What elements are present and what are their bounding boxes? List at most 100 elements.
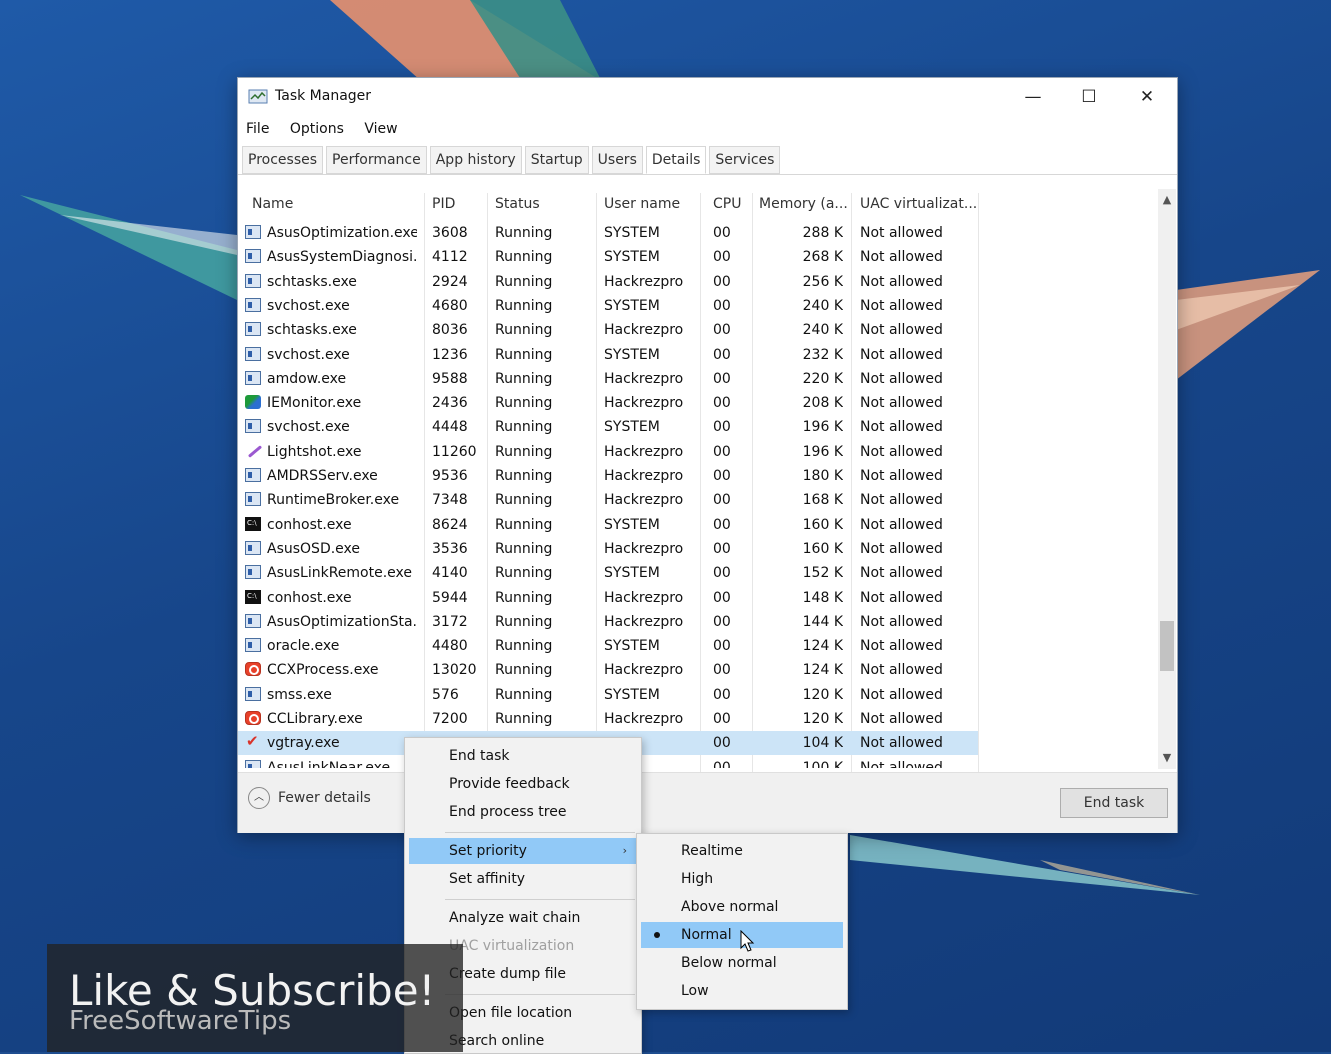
process-status: Running [495, 540, 553, 557]
context-menu-item[interactable]: End task [409, 743, 637, 769]
column-header-status[interactable]: Status [495, 189, 595, 219]
process-name: IEMonitor.exe [267, 395, 362, 412]
fewer-details-link[interactable]: ︿ Fewer details [248, 787, 371, 809]
table-row[interactable]: AMDRSServ.exe 9536 Running Hackrezpro 00 180 … [238, 464, 978, 488]
process-name: AsusSystemDiagnosi... [267, 249, 417, 266]
table-row[interactable]: Lightshot.exe 11260 Running Hackrezpro 00 196… [238, 440, 978, 464]
process-pid: 11260 [432, 443, 477, 460]
process-memory: 104 K [802, 735, 843, 752]
process-memory: 160 K [802, 516, 843, 533]
context-menu-item[interactable]: Set priority › [409, 838, 637, 864]
vertical-scrollbar[interactable]: ▲ ▼ [1158, 189, 1176, 769]
maximize-button[interactable]: ☐ [1066, 84, 1112, 110]
tab-app-history[interactable]: App history [429, 146, 522, 174]
tab-performance[interactable]: Performance [326, 146, 427, 174]
process-user: SYSTEM [604, 419, 660, 436]
table-row[interactable]: IEMonitor.exe 2436 Running Hackrezpro 00 208 … [238, 391, 978, 415]
table-row[interactable]: amdow.exe 9588 Running Hackrezpro 00 220 K Not… [238, 367, 978, 391]
process-uac: Not allowed [860, 346, 943, 363]
context-menu-item-label: End process tree [449, 804, 567, 820]
context-menu-item[interactable]: Analyze wait chain [409, 905, 637, 931]
table-row[interactable]: svchost.exe 4448 Running SYSTEM 00 196 K Not a… [238, 415, 978, 439]
column-header-pid[interactable]: PID [432, 189, 482, 219]
context-menu-item[interactable]: End process tree [409, 799, 637, 825]
process-cpu: 00 [713, 225, 731, 241]
scroll-up-icon[interactable]: ▲ [1160, 193, 1174, 207]
process-pid: 4140 [432, 565, 468, 582]
process-name: oracle.exe [267, 638, 340, 655]
context-menu-item-label: End task [449, 748, 510, 764]
context-menu-item-label: Set priority [449, 843, 527, 859]
minimize-button[interactable]: — [1010, 84, 1056, 110]
process-memory: 124 K [802, 662, 843, 679]
process-cpu: 00 [713, 735, 731, 752]
process-user: SYSTEM [604, 249, 660, 266]
table-row[interactable]: AsusOSD.exe 3536 Running Hackrezpro 00 160 K N… [238, 537, 978, 561]
process-memory: 180 K [802, 468, 843, 484]
table-row[interactable]: oracle.exe 4480 Running SYSTEM 00 124 K Not al… [238, 634, 978, 658]
process-list: AsusOptimization.exe 3608 Running SYSTEM 00 2… [238, 221, 1158, 768]
table-row[interactable]: AsusOptimization.exe 3608 Running SYSTEM 00 2… [238, 221, 978, 245]
priority-option[interactable]: Above normal [641, 894, 843, 920]
process-exe-icon [245, 249, 261, 264]
column-header-cpu[interactable]: CPU [713, 189, 753, 219]
process-status: Running [495, 686, 553, 703]
process-cpu: 00 [713, 759, 731, 768]
table-row[interactable]: svchost.exe 1236 Running SYSTEM 00 232 K Not a… [238, 343, 978, 367]
menu-options[interactable]: Options [282, 118, 352, 140]
table-row[interactable]: smss.exe 576 Running SYSTEM 00 120 K Not allow… [238, 683, 978, 707]
process-uac: Not allowed [860, 711, 943, 727]
process-uac: Not allowed [860, 540, 943, 557]
close-button[interactable]: ✕ [1124, 84, 1170, 110]
context-menu-item[interactable]: Set affinity [409, 866, 637, 892]
table-row[interactable]: svchost.exe 4680 Running SYSTEM 00 240 K Not a… [238, 294, 978, 318]
process-pid: 5944 [432, 589, 468, 606]
tab-details[interactable]: Details [645, 146, 707, 174]
process-status: Running [495, 225, 553, 241]
table-row[interactable]: schtasks.exe 8036 Running Hackrezpro 00 240 K… [238, 318, 978, 342]
table-row[interactable]: CCLibrary.exe 7200 Running Hackrezpro 00 120 … [238, 707, 978, 731]
tab-services[interactable]: Services [709, 146, 781, 174]
tab-users[interactable]: Users [591, 146, 643, 174]
table-row[interactable]: conhost.exe 8624 Running SYSTEM 00 160 K Not a… [238, 513, 978, 537]
process-exe-icon [245, 297, 261, 312]
process-uac: Not allowed [860, 395, 943, 412]
process-status: Running [495, 565, 553, 582]
menu-separator [445, 994, 635, 995]
table-row[interactable]: RuntimeBroker.exe 7348 Running Hackrezpro 00… [238, 488, 978, 512]
process-user: SYSTEM [604, 297, 660, 314]
scroll-down-icon[interactable]: ▼ [1160, 751, 1174, 765]
table-row[interactable]: AsusLinkRemote.exe 4140 Running SYSTEM 00 152… [238, 561, 978, 585]
table-row[interactable]: CCXProcess.exe 13020 Running Hackrezpro 00 12… [238, 658, 978, 682]
menu-file[interactable]: File [238, 118, 277, 140]
table-row[interactable]: conhost.exe 5944 Running Hackrezpro 00 148 K N… [238, 586, 978, 610]
column-header-user-name[interactable]: User name [604, 189, 699, 219]
priority-option[interactable]: High [641, 866, 843, 892]
process-exe-icon [245, 419, 261, 434]
table-row[interactable]: schtasks.exe 2924 Running Hackrezpro 00 256 K… [238, 270, 978, 294]
tab-processes[interactable]: Processes [242, 146, 324, 174]
end-task-button[interactable]: End task [1060, 788, 1168, 818]
process-pid: 8624 [432, 516, 468, 533]
process-cc-icon [245, 711, 261, 725]
menu-view[interactable]: View [356, 118, 405, 140]
process-user: SYSTEM [604, 516, 660, 533]
radio-dot-icon [654, 932, 660, 938]
priority-option[interactable]: Realtime [641, 838, 843, 864]
scroll-thumb[interactable] [1160, 621, 1174, 671]
title-bar[interactable]: Task Manager — ☐ ✕ [238, 78, 1177, 116]
priority-option[interactable]: Low [641, 978, 843, 1004]
process-user: SYSTEM [604, 565, 660, 582]
process-pid: 4448 [432, 419, 468, 436]
column-header-uac[interactable]: UAC virtualizat... [860, 189, 978, 219]
context-menu-item[interactable]: Provide feedback [409, 771, 637, 797]
process-pid: 3536 [432, 540, 468, 557]
column-header-memory[interactable]: Memory (a... [759, 189, 851, 219]
priority-option-label: Low [681, 983, 709, 999]
process-name: schtasks.exe [267, 273, 357, 290]
tab-startup[interactable]: Startup [524, 146, 589, 174]
table-row[interactable]: AsusOptimizationSta... 3172 Running Hackrez… [238, 610, 978, 634]
table-row[interactable]: AsusSystemDiagnosi... 4112 Running SYSTEM 00… [238, 245, 978, 269]
process-cpu: 00 [713, 370, 731, 387]
column-header-name[interactable]: Name [252, 189, 422, 219]
